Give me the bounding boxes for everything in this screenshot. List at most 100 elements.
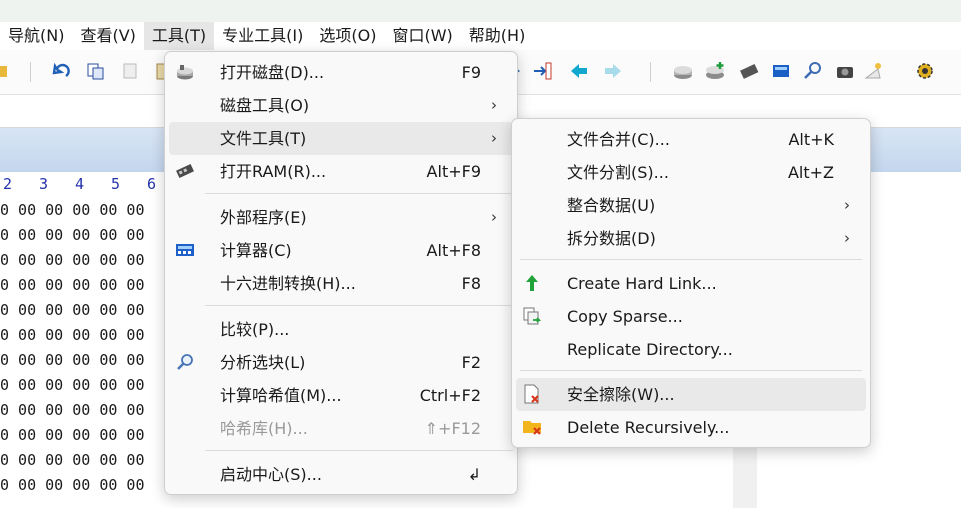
goto-offset-icon[interactable] <box>532 60 554 82</box>
menu-view[interactable]: 查看(V) <box>72 22 143 50</box>
menu-item-shortcut: Alt+K <box>788 130 834 149</box>
hex-row[interactable]: 0 00 00 00 00 00 <box>0 223 145 248</box>
menu-item-copy-sparse[interactable]: Copy Sparse... <box>516 300 866 333</box>
copy-icon[interactable] <box>84 60 106 82</box>
menu-item-file-concatenate[interactable]: 文件合并(C)... Alt+K <box>516 123 866 156</box>
menu-item-label: 整合数据(U) <box>567 196 656 215</box>
menu-item-label: 文件工具(T) <box>220 129 307 148</box>
magnifier-icon <box>175 352 195 372</box>
menu-item-label: 文件合并(C)... <box>567 130 670 149</box>
settings-gear-icon[interactable] <box>914 60 936 82</box>
menu-item-calculator[interactable]: 计算器(C) Alt+F8 <box>169 234 513 267</box>
open-folder-icon[interactable] <box>0 60 10 82</box>
menu-item-label: Copy Sparse... <box>567 307 683 326</box>
menu-item-unify-data[interactable]: 整合数据(U) › <box>516 189 866 222</box>
menu-item-label: Create Hard Link... <box>567 274 717 293</box>
copy-sparse-icon <box>522 306 542 326</box>
clean-icon[interactable] <box>862 60 884 82</box>
hex-row[interactable]: 0 00 00 00 00 00 <box>0 398 145 423</box>
hex-row[interactable]: 0 00 00 00 00 00 <box>0 273 145 298</box>
menu-item-file-tools[interactable]: 文件工具(T) › <box>169 122 513 155</box>
ram-chip-icon[interactable] <box>738 60 760 82</box>
menu-item-shortcut: Alt+F9 <box>426 162 481 181</box>
hex-row[interactable]: 0 00 00 00 00 00 <box>0 248 145 273</box>
hex-row[interactable]: 0 00 00 00 00 00 <box>0 348 145 373</box>
back-arrow-icon[interactable] <box>568 60 590 82</box>
menu-item-shortcut: F8 <box>461 274 481 293</box>
menu-help[interactable]: 帮助(H) <box>461 22 534 50</box>
menu-separator <box>205 193 513 194</box>
menu-separator <box>205 450 513 451</box>
menu-item-external-programs[interactable]: 外部程序(E) › <box>169 201 513 234</box>
forward-arrow-icon[interactable] <box>602 60 624 82</box>
hex-row[interactable]: 0 00 00 00 00 00 <box>0 323 145 348</box>
menu-item-shortcut: Alt+Z <box>787 163 834 182</box>
menu-item-label: 计算器(C) <box>220 241 292 260</box>
menu-item-hash-database[interactable]: 哈希库(H)... ⇑+F12 <box>169 412 513 445</box>
hex-column-label: 6 <box>147 175 157 193</box>
menu-item-create-hard-link[interactable]: Create Hard Link... <box>516 267 866 300</box>
menu-tools[interactable]: 工具(T) <box>143 22 215 50</box>
menu-separator <box>520 370 862 371</box>
menu-item-shortcut: Alt+F8 <box>426 241 481 260</box>
menu-specialist-tools[interactable]: 专业工具(I) <box>214 22 311 50</box>
menu-bar: 导航(N) 查看(V) 工具(T) 专业工具(I) 选项(O) 窗口(W) 帮助… <box>0 22 961 50</box>
paste-disabled-icon[interactable] <box>120 60 142 82</box>
hex-column-label: 3 <box>39 175 49 193</box>
menu-item-replicate-directory[interactable]: Replicate Directory... <box>516 333 866 366</box>
menu-options[interactable]: 选项(O) <box>311 22 384 50</box>
ram-chip-icon <box>175 161 195 181</box>
undo-icon[interactable] <box>50 60 72 82</box>
menu-separator <box>205 305 513 306</box>
menu-item-label: 计算哈希值(M)... <box>220 386 342 405</box>
camera-icon[interactable] <box>834 60 856 82</box>
menu-item-label: 打开磁盘(D)... <box>220 63 325 82</box>
open-disk-icon[interactable] <box>672 60 694 82</box>
chevron-right-icon: › <box>844 229 850 247</box>
magnifier-icon[interactable] <box>802 60 824 82</box>
menu-item-label: 外部程序(E) <box>220 208 307 227</box>
toolbar-separator <box>30 62 31 82</box>
menu-navigation[interactable]: 导航(N) <box>0 22 72 50</box>
menu-item-shortcut: F9 <box>461 63 481 82</box>
menu-item-label: 磁盘工具(O) <box>220 96 310 115</box>
chevron-right-icon: › <box>844 196 850 214</box>
menu-item-file-split[interactable]: 文件分割(S)... Alt+Z <box>516 156 866 189</box>
title-strip <box>0 0 961 22</box>
menu-item-label: 文件分割(S)... <box>567 163 669 182</box>
menu-item-open-ram[interactable]: 打开RAM(R)... Alt+F9 <box>169 155 513 188</box>
menu-item-hex-converter[interactable]: 十六进制转换(H)... F8 <box>169 267 513 300</box>
hex-column-label: 4 <box>75 175 85 193</box>
menu-item-label: 启动中心(S)... <box>220 465 322 484</box>
hex-row[interactable]: 0 00 00 00 00 00 <box>0 373 145 398</box>
disk-icon <box>175 62 195 82</box>
menu-item-analyze-block[interactable]: 分析选块(L) F2 <box>169 346 513 379</box>
hex-row[interactable]: 0 00 00 00 00 00 <box>0 298 145 323</box>
hex-column-label: 5 <box>111 175 121 193</box>
hex-column-label: 2 <box>3 175 13 193</box>
calculator-icon[interactable] <box>770 60 792 82</box>
calculator-icon <box>175 240 195 260</box>
hex-row[interactable]: 0 00 00 00 00 00 <box>0 198 145 223</box>
menu-item-disk-tools[interactable]: 磁盘工具(O) › <box>169 89 513 122</box>
menu-item-label: 打开RAM(R)... <box>220 162 327 181</box>
menu-item-open-disk[interactable]: 打开磁盘(D)... F9 <box>169 56 513 89</box>
menu-item-shortcut: F2 <box>461 353 481 372</box>
menu-item-shortcut: ↲ <box>467 465 481 484</box>
hex-row[interactable]: 0 00 00 00 00 00 <box>0 473 145 498</box>
menu-item-compare[interactable]: 比较(P)... <box>169 313 513 346</box>
menu-window[interactable]: 窗口(W) <box>384 22 460 50</box>
delete-folder-icon <box>522 417 542 437</box>
add-disk-icon[interactable] <box>704 60 726 82</box>
menu-item-delete-recursively[interactable]: Delete Recursively... <box>516 411 866 444</box>
menu-item-label: 比较(P)... <box>220 320 290 339</box>
menu-item-compute-hash[interactable]: 计算哈希值(M)... Ctrl+F2 <box>169 379 513 412</box>
chevron-right-icon: › <box>491 129 497 147</box>
hex-row[interactable]: 0 00 00 00 00 00 <box>0 423 145 448</box>
toolbar-separator <box>650 62 651 82</box>
menu-item-secure-wipe[interactable]: 安全擦除(W)... <box>516 378 866 411</box>
menu-item-label: 十六进制转换(H)... <box>220 274 356 293</box>
menu-item-start-center[interactable]: 启动中心(S)... ↲ <box>169 458 513 491</box>
menu-item-split-data[interactable]: 拆分数据(D) › <box>516 222 866 255</box>
hex-row[interactable]: 0 00 00 00 00 00 <box>0 448 145 473</box>
